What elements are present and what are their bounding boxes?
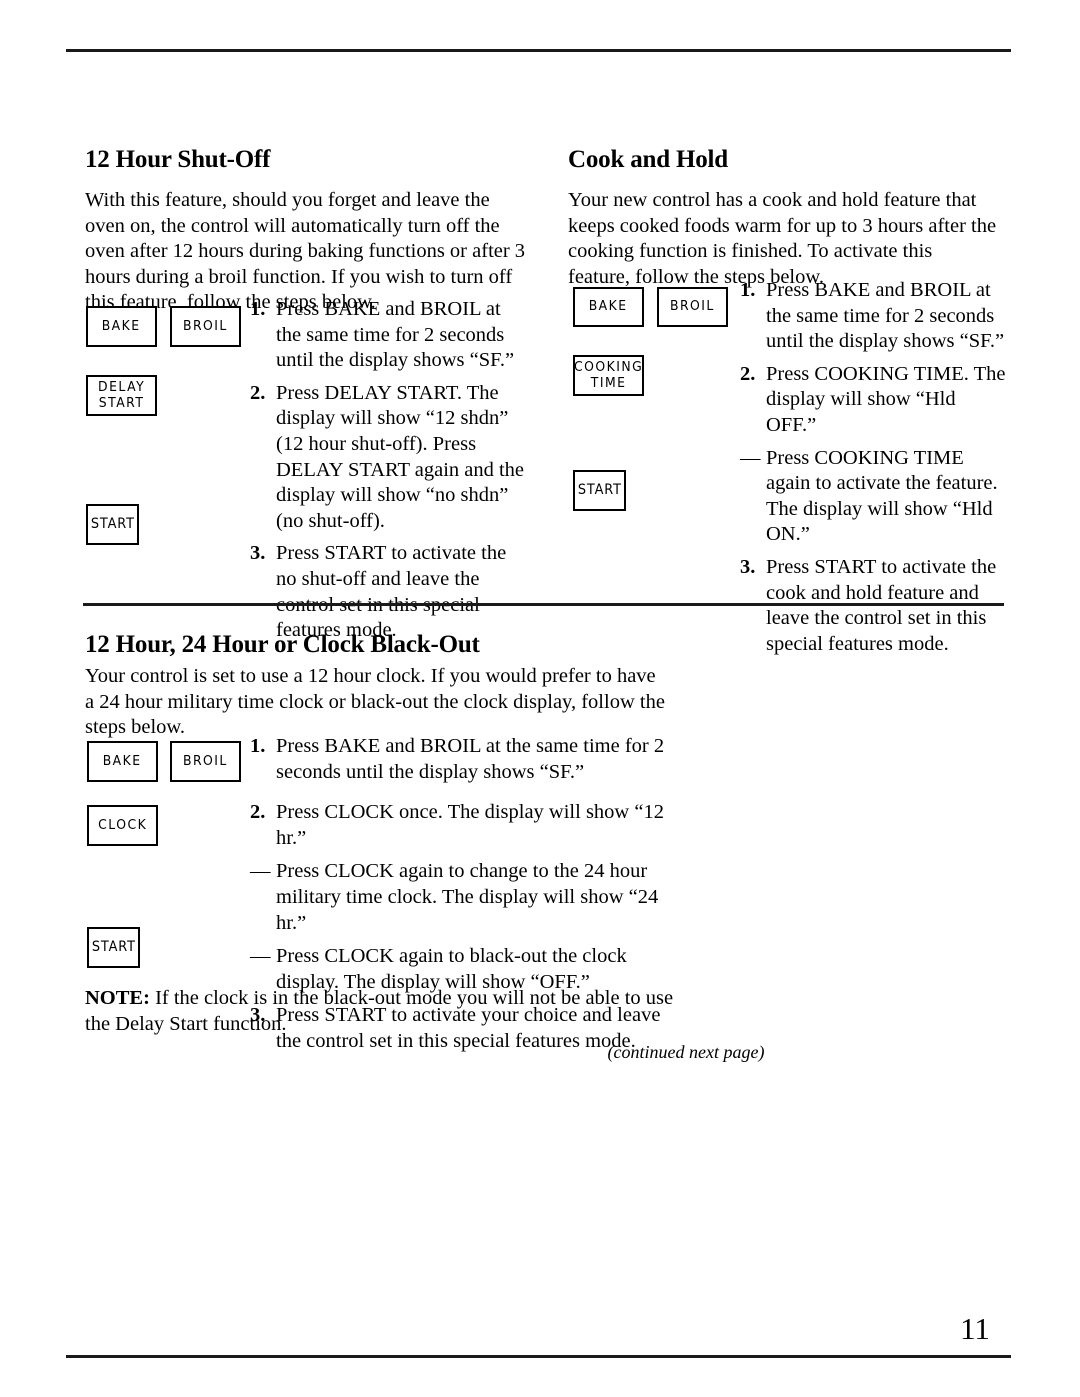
button-label: CLOCK xyxy=(97,816,148,833)
button-start-shutoff[interactable]: START xyxy=(86,504,139,545)
step-marker: — xyxy=(250,860,270,883)
header-rule xyxy=(66,49,1011,52)
step-marker: — xyxy=(250,945,270,968)
step-text: Press CLOCK again to change to the 24 ho… xyxy=(276,860,659,934)
step-item: 1. Press BAKE and BROIL at the same time… xyxy=(250,734,680,785)
steps-12-hour-shut-off: 1. Press BAKE and BROIL at the same time… xyxy=(250,297,528,644)
step-text: Press CLOCK once. The display will show … xyxy=(276,801,664,849)
step-item: — Press CLOCK again to change to the 24 … xyxy=(250,859,680,936)
step-marker: 3. xyxy=(740,555,756,578)
section-heading-12-hour-shut-off: 12 Hour Shut-Off xyxy=(85,146,271,173)
step-text: Press COOKING TIME. The display will sho… xyxy=(766,362,1006,436)
button-label: COOKING TIME xyxy=(573,359,644,391)
button-broil-cookhold[interactable]: BROIL xyxy=(657,287,728,327)
button-broil-clock[interactable]: BROIL xyxy=(170,741,241,782)
continued-next-page: (continued next page) xyxy=(607,1042,765,1062)
note-block: NOTE: If the clock is in the black-out m… xyxy=(85,985,695,1037)
step-marker: 1. xyxy=(740,279,756,301)
button-label: BAKE xyxy=(589,298,628,315)
button-label: START xyxy=(90,515,135,532)
step-marker: 1. xyxy=(250,298,266,320)
button-bake-clock[interactable]: BAKE xyxy=(87,741,158,782)
button-cooking-time-cookhold[interactable]: COOKING TIME xyxy=(573,355,644,396)
step-marker: 2. xyxy=(740,362,756,385)
section-intro-cook-and-hold: Your new control has a cook and hold fea… xyxy=(568,189,997,288)
button-label: START xyxy=(577,481,622,498)
button-label: DELAY START xyxy=(97,379,146,411)
step-text: Press BAKE and BROIL at the same time fo… xyxy=(276,298,515,372)
step-item: 2. Press CLOCK once. The display will sh… xyxy=(250,800,680,851)
step-marker: 3. xyxy=(250,542,266,565)
section-heading-cook-and-hold: Cook and Hold xyxy=(568,146,728,173)
button-bake-shutoff[interactable]: BAKE xyxy=(86,306,157,347)
button-label: BROIL xyxy=(670,298,715,315)
step-item: 3. Press START to activate the no shut-o… xyxy=(250,541,528,643)
button-clock-clock[interactable]: CLOCK xyxy=(87,805,158,846)
step-item: — Press COOKING TIME again to activate t… xyxy=(740,446,1008,548)
footer-rule xyxy=(66,1355,1011,1358)
section-intro-clock-black-out: Your control is set to use a 12 hour clo… xyxy=(85,665,665,739)
page-number: 11 xyxy=(960,1311,990,1346)
note-label: NOTE: xyxy=(85,987,150,1009)
step-item: 1. Press BAKE and BROIL at the same time… xyxy=(250,297,528,374)
step-marker: — xyxy=(740,446,760,469)
section-heading-clock-black-out: 12 Hour, 24 Hour or Clock Black-Out xyxy=(85,631,480,658)
manual-page: 12 Hour Shut-Off With this feature, shou… xyxy=(0,0,1080,1397)
button-label: BAKE xyxy=(103,752,142,769)
button-bake-cookhold[interactable]: BAKE xyxy=(573,287,644,327)
button-label: BROIL xyxy=(183,317,228,334)
button-delay-start-shutoff[interactable]: DELAY START xyxy=(86,375,157,416)
step-marker: 2. xyxy=(250,801,266,824)
step-text: Press COOKING TIME again to activate the… xyxy=(766,446,998,546)
button-broil-shutoff[interactable]: BROIL xyxy=(170,306,241,347)
step-text: Press START to activate the no shut-off … xyxy=(276,542,507,642)
button-start-cookhold[interactable]: START xyxy=(573,470,626,511)
step-item: 1. Press BAKE and BROIL at the same time… xyxy=(740,278,1008,355)
button-label: START xyxy=(91,938,136,955)
step-text: Press BAKE and BROIL at the same time fo… xyxy=(766,279,1005,353)
button-label: BAKE xyxy=(102,317,141,334)
section-divider-rule xyxy=(83,603,1004,606)
step-marker: 1. xyxy=(250,735,266,757)
steps-cook-and-hold: 1. Press BAKE and BROIL at the same time… xyxy=(740,278,1008,657)
step-text: Press BAKE and BROIL at the same time fo… xyxy=(276,735,665,783)
step-item: 2. Press COOKING TIME. The display will … xyxy=(740,362,1008,439)
step-item: 2. Press DELAY START. The display will s… xyxy=(250,381,528,535)
step-marker: 2. xyxy=(250,381,266,404)
button-label: BROIL xyxy=(183,752,228,769)
note-text: If the clock is in the black-out mode yo… xyxy=(85,987,674,1035)
button-start-clock[interactable]: START xyxy=(87,927,140,968)
step-text: Press DELAY START. The display will show… xyxy=(276,381,525,532)
